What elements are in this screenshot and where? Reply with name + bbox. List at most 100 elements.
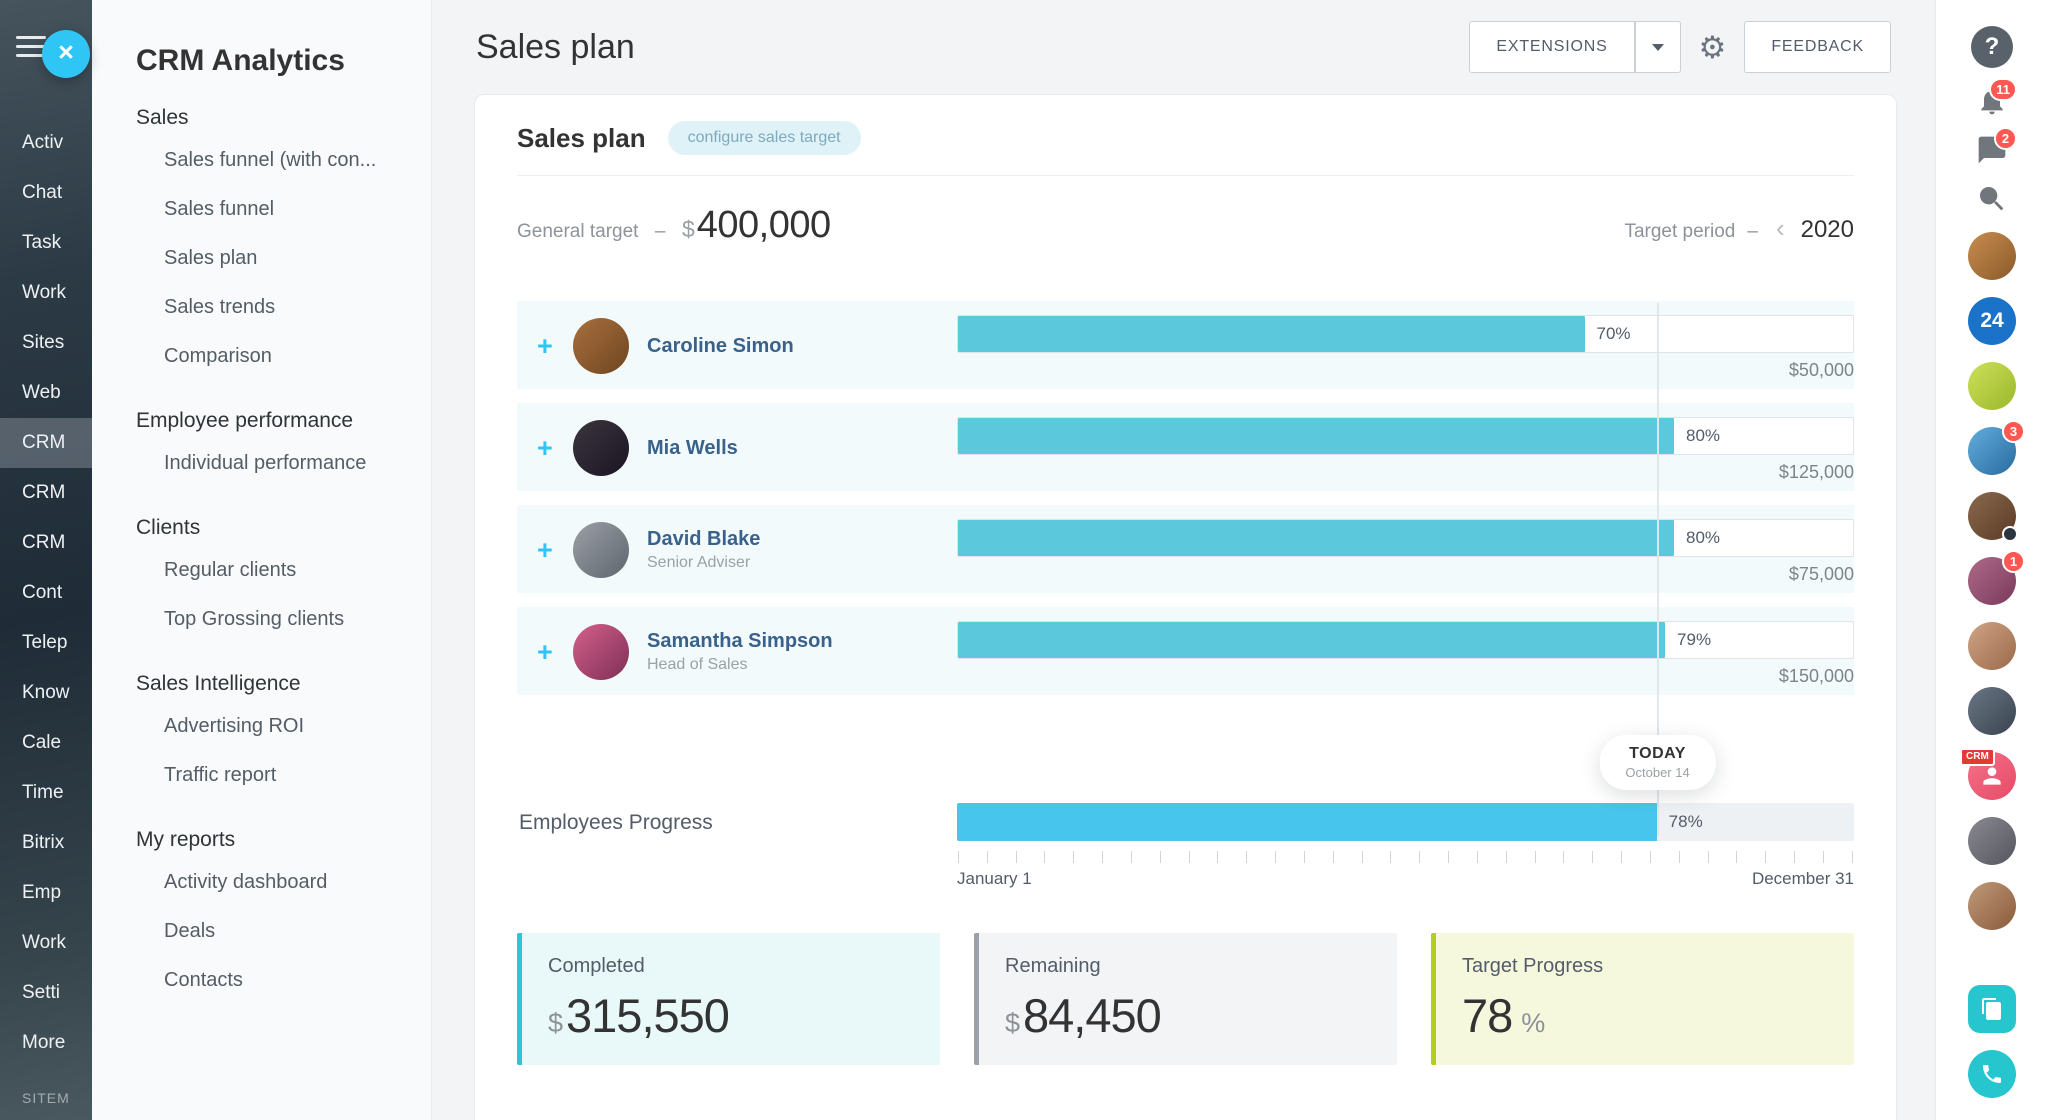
sidebar-section-label[interactable]: Clients bbox=[136, 516, 413, 540]
employee-progress-fill bbox=[958, 520, 1674, 556]
main-nav-item[interactable]: Web bbox=[0, 368, 92, 418]
sidebar-section-label[interactable]: Employee performance bbox=[136, 409, 413, 433]
settings-button[interactable]: ⚙ bbox=[1697, 32, 1729, 63]
employee-name-block: Mia Wells bbox=[647, 437, 738, 460]
summary-value-row: $315,550 bbox=[548, 988, 914, 1043]
timeline-tick bbox=[1506, 851, 1507, 863]
sidebar-section-label[interactable]: My reports bbox=[136, 828, 413, 852]
crm-chat-avatar[interactable]: CRM bbox=[1968, 752, 2016, 800]
sidebar-item[interactable]: Sales funnel (with con... bbox=[136, 136, 413, 185]
card-title: Sales plan bbox=[517, 123, 646, 154]
employee-name[interactable]: Samantha Simpson bbox=[647, 630, 833, 653]
employee-info: + Mia Wells bbox=[517, 413, 957, 483]
sidebar-item[interactable]: Comparison bbox=[136, 332, 413, 381]
sidebar-item[interactable]: Sales funnel bbox=[136, 185, 413, 234]
percent-symbol: % bbox=[1521, 1008, 1545, 1039]
separator: – bbox=[1747, 221, 1758, 243]
im-rail: ? 11 2 24 3 1 CRM bbox=[1935, 0, 2048, 1120]
employee-name[interactable]: Caroline Simon bbox=[647, 335, 794, 358]
timeline-tick bbox=[1679, 851, 1680, 863]
sidebar-item[interactable]: Top Grossing clients bbox=[136, 595, 413, 644]
contact-avatar[interactable] bbox=[1968, 687, 2016, 735]
main-nav-item[interactable]: CRM bbox=[0, 418, 92, 468]
main-nav-item[interactable]: Cont bbox=[0, 568, 92, 618]
main-nav-item[interactable]: CRM bbox=[0, 468, 92, 518]
employees-progress-bar-wrap: 78% January 1 December 31 bbox=[957, 803, 1854, 889]
contact-avatar[interactable] bbox=[1968, 817, 2016, 865]
contact-avatar[interactable] bbox=[1968, 882, 2016, 930]
avatar bbox=[573, 522, 629, 578]
sidebar-item[interactable]: Traffic report bbox=[136, 751, 413, 800]
bitrix24-logo[interactable]: 24 bbox=[1968, 297, 2016, 345]
feedback-button[interactable]: FEEDBACK bbox=[1744, 21, 1891, 73]
sidebar-item[interactable]: Deals bbox=[136, 907, 413, 956]
employee-progress-percent: 79% bbox=[1677, 630, 1711, 650]
sidebar-section-label[interactable]: Sales bbox=[136, 106, 413, 130]
menu-collapse-button[interactable]: × bbox=[42, 30, 90, 78]
sidebar-item[interactable]: Regular clients bbox=[136, 546, 413, 595]
messenger-button[interactable]: 2 bbox=[1976, 134, 2008, 166]
contact-avatar[interactable] bbox=[1968, 232, 2016, 280]
employee-name-block: David Blake Senior Adviser bbox=[647, 528, 760, 572]
search-button[interactable] bbox=[1976, 183, 2008, 215]
main-nav-item[interactable]: CRM bbox=[0, 518, 92, 568]
expand-employee-button[interactable]: + bbox=[537, 639, 573, 666]
sidebar-item[interactable]: Individual performance bbox=[136, 439, 413, 488]
sidebar-section-label[interactable]: Sales Intelligence bbox=[136, 672, 413, 696]
contact-avatar[interactable] bbox=[1968, 622, 2016, 670]
main-nav-item[interactable]: Activ bbox=[0, 118, 92, 168]
employee-role: Senior Adviser bbox=[647, 554, 760, 572]
main-nav-item[interactable]: Telep bbox=[0, 618, 92, 668]
main-nav-item[interactable]: Setti bbox=[0, 968, 92, 1018]
main-nav-item[interactable]: Work bbox=[0, 918, 92, 968]
main-nav-item[interactable]: Chat bbox=[0, 168, 92, 218]
today-marker: TODAY October 14 bbox=[1599, 735, 1715, 790]
expand-employee-button[interactable]: + bbox=[537, 435, 573, 462]
timeline-tick bbox=[1794, 851, 1795, 863]
contact-avatar[interactable]: 3 bbox=[1968, 427, 2016, 475]
extensions-dropdown-button[interactable] bbox=[1635, 21, 1681, 73]
sidebar-item[interactable]: Sales trends bbox=[136, 283, 413, 332]
notifications-button[interactable]: 11 bbox=[1976, 85, 2008, 117]
main-nav-item[interactable]: Time bbox=[0, 768, 92, 818]
main-nav-item[interactable]: Task bbox=[0, 218, 92, 268]
configure-sales-target-link[interactable]: configure sales target bbox=[668, 121, 861, 155]
sidebar-title: CRM Analytics bbox=[136, 44, 413, 78]
sidebar-item[interactable]: Sales plan bbox=[136, 234, 413, 283]
main-content: Sales plan EXTENSIONS ⚙ FEEDBACK Sales p… bbox=[432, 0, 1935, 1120]
sitemap-link[interactable]: SITEM bbox=[0, 1090, 92, 1120]
call-button[interactable] bbox=[1968, 1050, 2016, 1098]
main-nav-item[interactable]: Emp bbox=[0, 868, 92, 918]
chevron-left-icon[interactable]: ‹ bbox=[1776, 215, 1785, 241]
sidebar-item[interactable]: Contacts bbox=[136, 956, 413, 1005]
main-nav-item[interactable]: Know bbox=[0, 668, 92, 718]
main-nav-item[interactable]: Work bbox=[0, 268, 92, 318]
sidebar-section: My reports Activity dashboardDealsContact… bbox=[136, 828, 413, 1005]
target-period-label: Target period bbox=[1624, 221, 1735, 243]
main-nav-list: ActivChatTaskWorkSitesWebCRMCRMCRMContTe… bbox=[0, 118, 92, 1068]
contact-avatar[interactable] bbox=[1968, 492, 2016, 540]
main-nav-item[interactable]: Bitrix bbox=[0, 818, 92, 868]
summary-value: 84,450 bbox=[1023, 988, 1161, 1043]
main-nav-item[interactable]: Cale bbox=[0, 718, 92, 768]
sidebar-item[interactable]: Advertising ROI bbox=[136, 702, 413, 751]
main-nav-item[interactable]: More bbox=[0, 1018, 92, 1068]
sidebar-item[interactable]: Activity dashboard bbox=[136, 858, 413, 907]
share-button[interactable] bbox=[1968, 985, 2016, 1033]
expand-employee-button[interactable]: + bbox=[537, 537, 573, 564]
extensions-button[interactable]: EXTENSIONS bbox=[1469, 21, 1634, 73]
employee-name[interactable]: Mia Wells bbox=[647, 437, 738, 460]
employee-row: +Caroline Simon70%$50,000 bbox=[517, 301, 1854, 389]
contact-avatar[interactable]: 1 bbox=[1968, 557, 2016, 605]
timeline-tick bbox=[1131, 851, 1132, 863]
summary-value: 78 bbox=[1462, 988, 1512, 1043]
employee-name[interactable]: David Blake bbox=[647, 528, 760, 551]
expand-employee-button[interactable]: + bbox=[537, 333, 573, 360]
help-button[interactable]: ? bbox=[1971, 26, 2013, 68]
timeline-tick bbox=[1246, 851, 1247, 863]
timeline-tick bbox=[1044, 851, 1045, 863]
contact-avatar[interactable] bbox=[1968, 362, 2016, 410]
main-nav-item[interactable]: Sites bbox=[0, 318, 92, 368]
employee-info: + Caroline Simon bbox=[517, 311, 957, 381]
summary-label: Completed bbox=[548, 955, 914, 978]
